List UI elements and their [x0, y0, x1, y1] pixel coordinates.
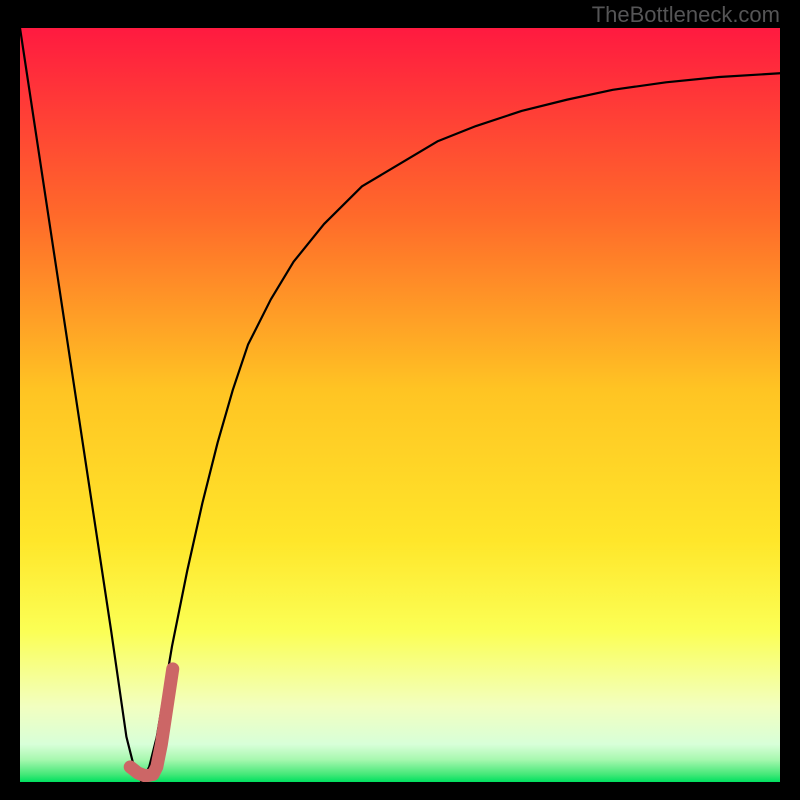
watermark-text: TheBottleneck.com: [592, 2, 780, 28]
chart-frame: TheBottleneck.com: [0, 0, 800, 800]
gradient-background: [20, 28, 780, 782]
bottleneck-chart: [20, 28, 780, 782]
